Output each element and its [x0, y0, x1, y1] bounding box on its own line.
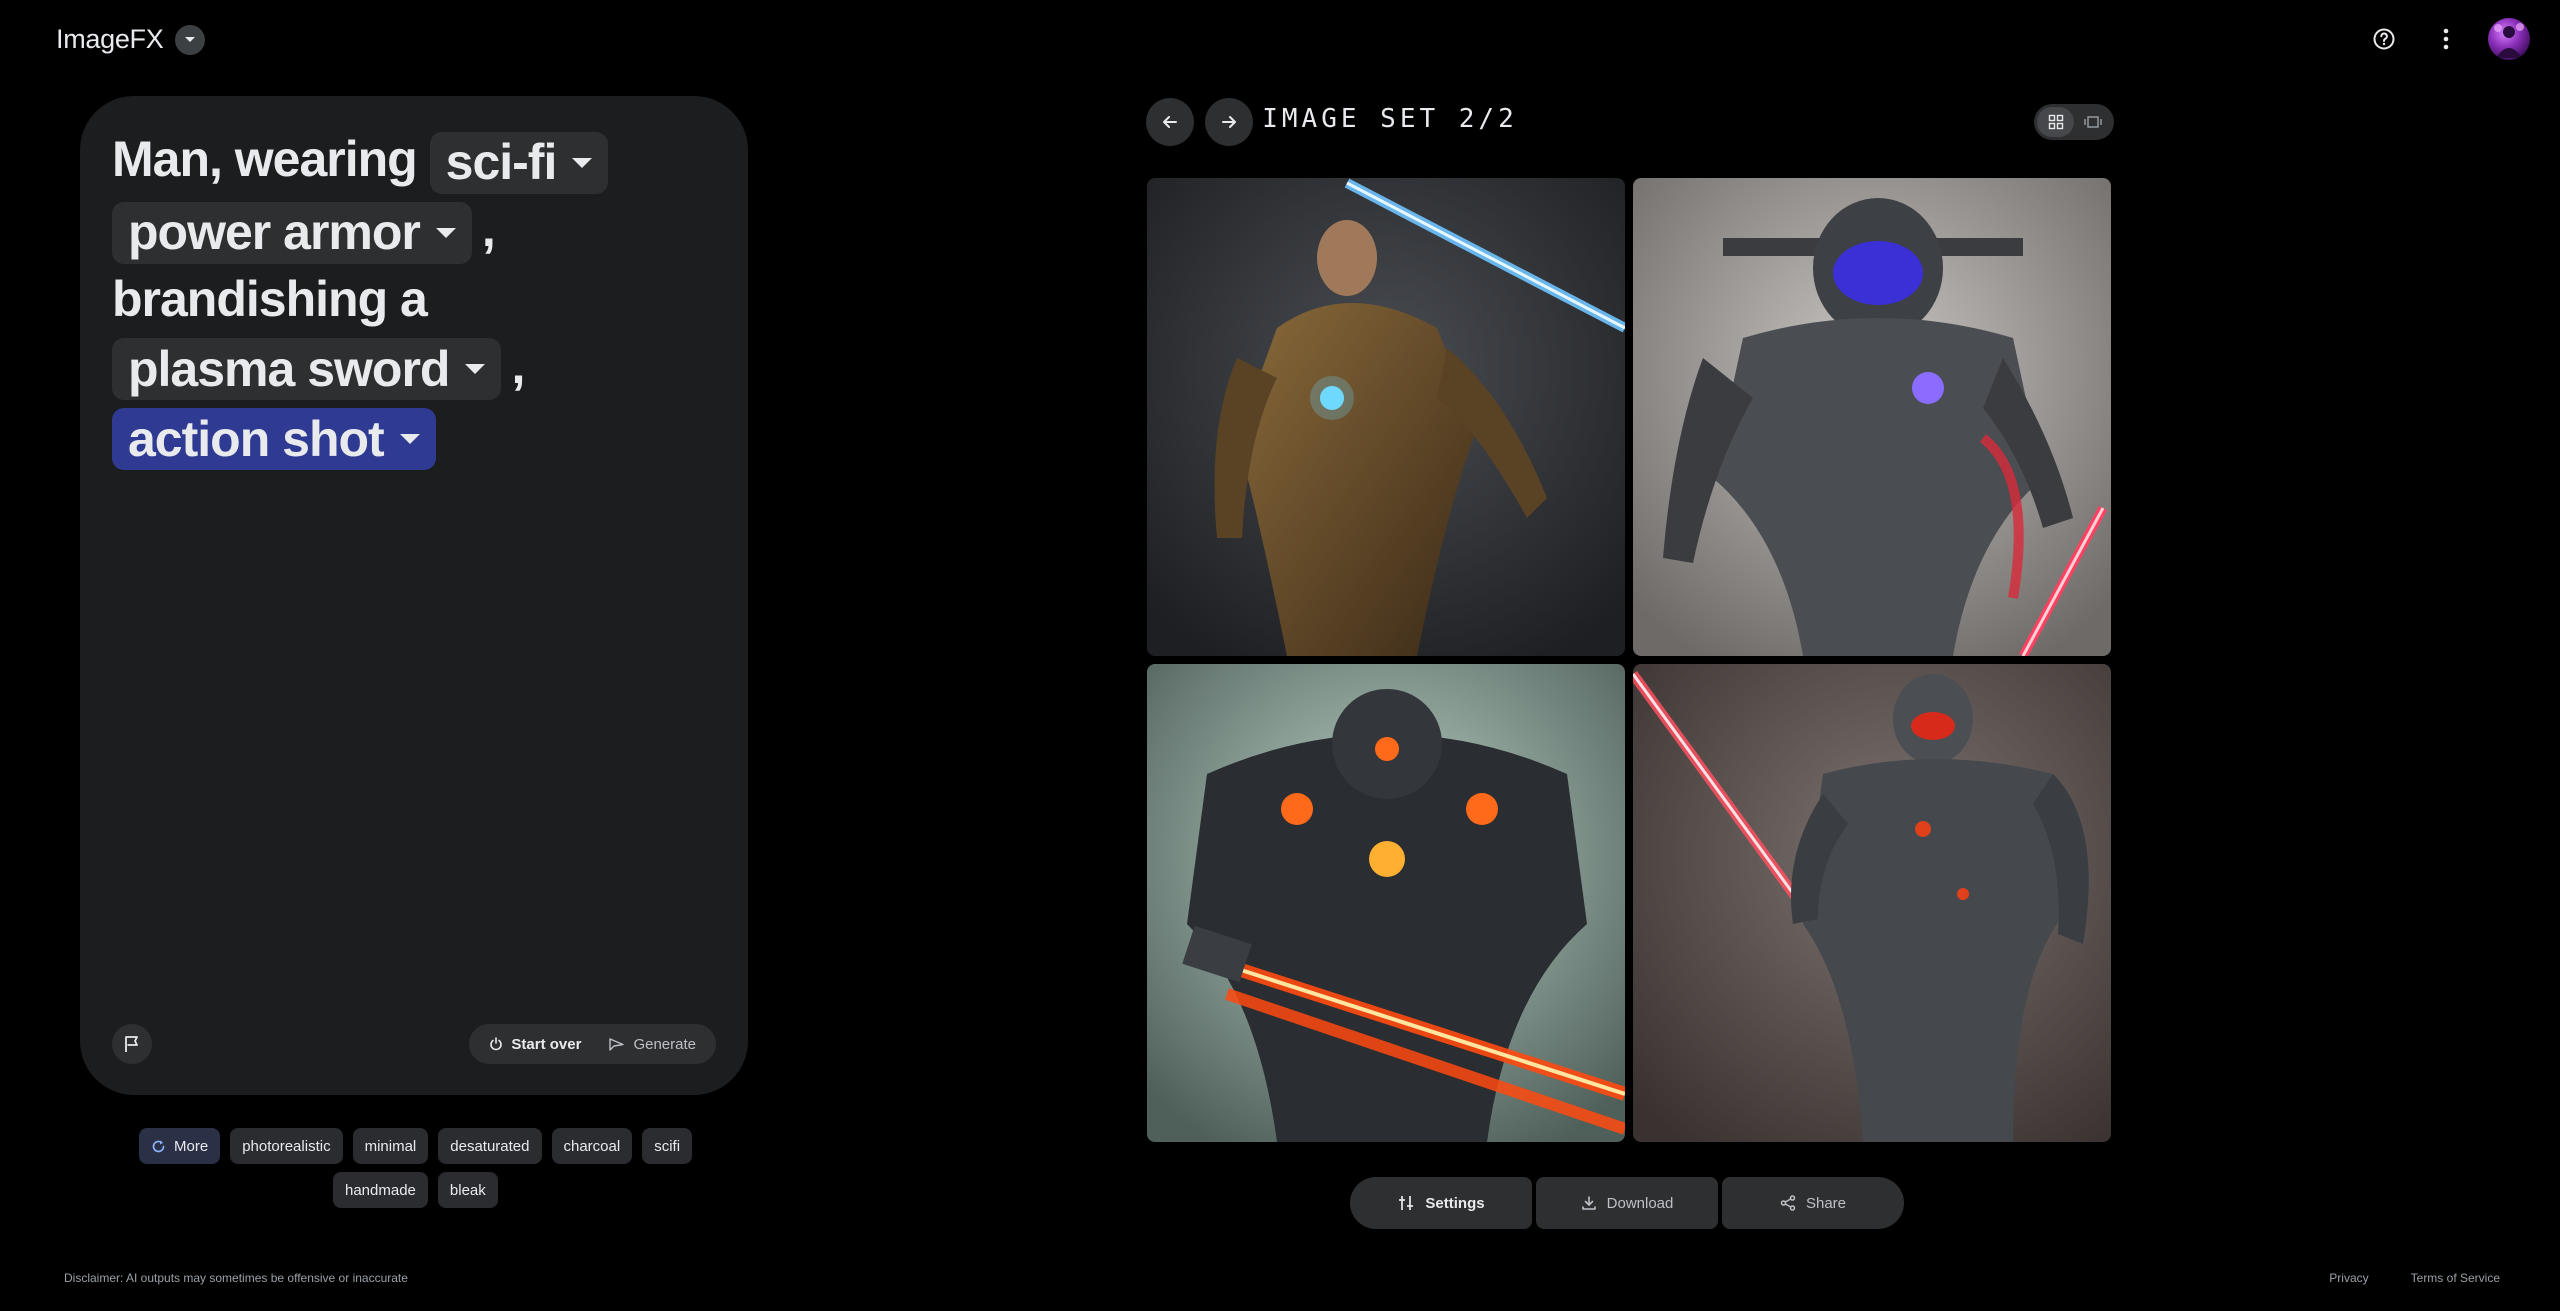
armored-man-image: [1147, 178, 1625, 656]
more-vert-icon: [2443, 28, 2449, 50]
chip-label: sci-fi: [445, 134, 558, 191]
grid-view-button[interactable]: [2037, 107, 2074, 137]
share-icon: [1780, 1195, 1796, 1211]
style-chip[interactable]: minimal: [352, 1128, 429, 1164]
account-avatar[interactable]: [2488, 18, 2530, 60]
view-toggle: [2034, 104, 2114, 140]
chip-label: power armor: [128, 204, 421, 261]
share-label: Share: [1805, 1194, 1847, 1212]
terms-link[interactable]: Terms of Service: [2411, 1271, 2500, 1285]
generate-button[interactable]: Generate: [595, 1024, 710, 1064]
style-chip-row-2: handmade bleak: [333, 1172, 498, 1208]
style-chip[interactable]: charcoal: [551, 1128, 633, 1164]
prompt-card: Man, wearing sci-fi power armor, brandis…: [80, 96, 748, 1095]
settings-label: Settings: [1425, 1194, 1485, 1212]
start-over-label: Start over: [511, 1035, 582, 1053]
share-button[interactable]: Share: [1722, 1177, 1904, 1229]
top-bar: ImageFX: [0, 0, 2560, 80]
heavy-mech-image: [1147, 664, 1625, 1142]
download-label: Download: [1606, 1194, 1674, 1212]
style-chip[interactable]: desaturated: [438, 1128, 542, 1164]
settings-button[interactable]: Settings: [1350, 1177, 1532, 1229]
prompt-chip-sci-fi[interactable]: sci-fi: [429, 131, 609, 194]
image-set-title: IMAGE SET 2/2: [1262, 104, 1518, 134]
style-chip-row-1: More photorealistic minimal desaturated …: [139, 1128, 693, 1164]
prompt-editor[interactable]: Man, wearing sci-fi power armor, brandis…: [112, 126, 722, 472]
app-switcher-button[interactable]: [175, 24, 206, 55]
refresh-icon: [152, 1140, 165, 1152]
privacy-link[interactable]: Privacy: [2329, 1271, 2368, 1285]
more-label: More: [174, 1137, 209, 1155]
red-armor-image: [1633, 664, 2111, 1142]
help-button[interactable]: [2364, 19, 2404, 59]
chevron-down-icon: [435, 227, 456, 238]
disclaimer: Disclaimer: AI outputs may sometimes be …: [64, 1271, 408, 1285]
header-actions: [2364, 18, 2530, 60]
armored-robot-image: [1633, 178, 2111, 656]
flag-icon: [125, 1036, 138, 1052]
footer-links: Privacy Terms of Service: [2329, 1271, 2500, 1285]
prompt-chip-plasma-sword[interactable]: plasma sword: [112, 338, 502, 401]
caret-down-icon: [185, 36, 196, 42]
prompt-chip-action-shot[interactable]: action shot: [112, 408, 436, 471]
generated-image-2[interactable]: [1633, 178, 2111, 656]
brand: ImageFX: [56, 24, 206, 55]
image-actions: Settings Download Share: [1350, 1177, 1904, 1229]
download-button[interactable]: Download: [1536, 1177, 1718, 1229]
generated-image-4[interactable]: [1633, 664, 2111, 1142]
style-chip[interactable]: photorealistic: [230, 1128, 343, 1164]
avatar-image: [2494, 23, 2524, 58]
send-sparkle-icon: [609, 1038, 625, 1051]
prompt-actions: Start over Generate: [469, 1024, 716, 1064]
prompt-comma: ,: [481, 200, 496, 257]
app-name: ImageFX: [56, 24, 164, 54]
carousel-view-button[interactable]: [2074, 107, 2111, 137]
download-icon: [1581, 1196, 1596, 1210]
chevron-down-icon: [572, 157, 593, 168]
prompt-comma: ,: [511, 337, 525, 394]
prompt-text-segment: Man, wearing: [112, 131, 418, 187]
help-icon: [2373, 28, 2395, 50]
report-button[interactable]: [112, 1024, 152, 1064]
carousel-icon: [2083, 116, 2102, 128]
tune-icon: [1399, 1196, 1414, 1210]
grid-icon: [2048, 114, 2063, 130]
more-styles-button[interactable]: More: [139, 1128, 221, 1164]
power-icon: [490, 1037, 503, 1051]
generate-label: Generate: [633, 1035, 696, 1053]
chip-label: action shot: [128, 410, 385, 467]
generated-image-3[interactable]: [1147, 664, 1625, 1142]
prompt-chip-power-armor[interactable]: power armor: [112, 201, 472, 264]
style-chip[interactable]: scifi: [642, 1128, 693, 1164]
chevron-down-icon: [465, 364, 486, 375]
more-options-button[interactable]: [2426, 19, 2466, 59]
chip-label: plasma sword: [128, 340, 450, 397]
start-over-button[interactable]: Start over: [475, 1024, 595, 1064]
generated-image-1[interactable]: [1147, 178, 1625, 656]
chevron-down-icon: [399, 434, 420, 445]
prompt-text-segment: brandishing a: [112, 270, 428, 327]
style-chip[interactable]: bleak: [437, 1172, 498, 1208]
style-chip[interactable]: handmade: [333, 1172, 428, 1208]
